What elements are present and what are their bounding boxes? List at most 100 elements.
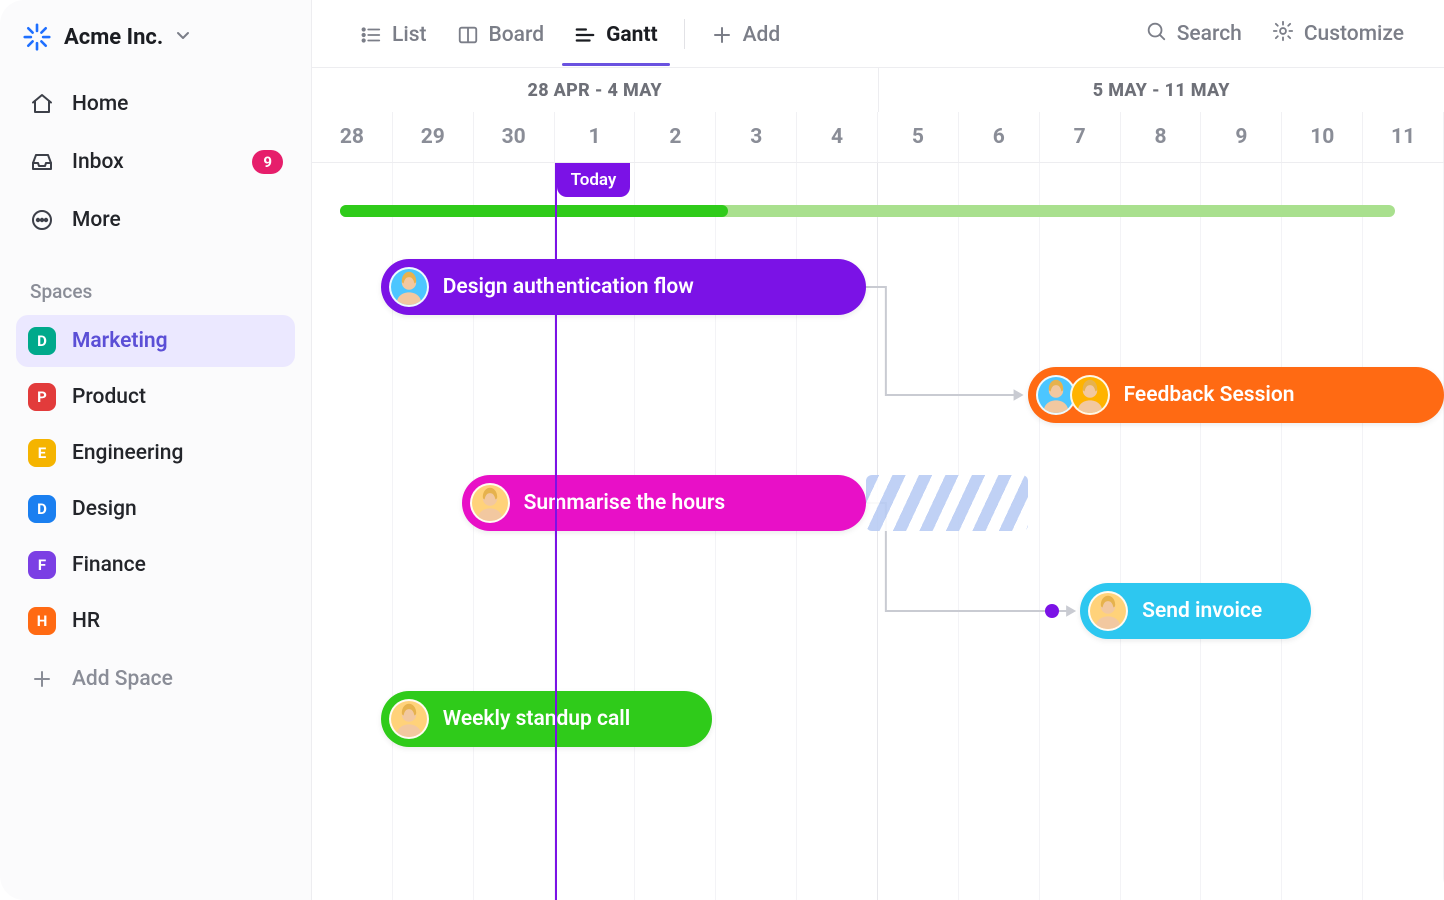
day-header[interactable]: 10	[1282, 112, 1363, 162]
space-label: Product	[72, 385, 146, 409]
avatar	[389, 699, 429, 739]
today-pill: Today	[557, 163, 631, 197]
dependency-arrow-icon	[1067, 607, 1074, 615]
day-header[interactable]: 8	[1121, 112, 1202, 162]
gear-icon	[1272, 20, 1294, 48]
task-bar[interactable]: Weekly standup call	[381, 691, 713, 747]
space-item-hr[interactable]: H HR	[16, 595, 295, 647]
task-bar[interactable]: Feedback Session	[1028, 367, 1444, 423]
workspace-logo-icon	[22, 22, 52, 52]
nav-home-label: Home	[72, 92, 128, 116]
day-header[interactable]: 4	[797, 112, 878, 162]
day-header[interactable]: 5	[878, 112, 959, 162]
milestone-dot[interactable]	[1045, 604, 1059, 618]
space-chip-icon: H	[28, 607, 56, 635]
plus-icon	[28, 665, 56, 693]
day-header[interactable]: 7	[1040, 112, 1121, 162]
search-icon	[1145, 20, 1167, 48]
tab-gantt[interactable]: Gantt	[560, 3, 672, 65]
tab-board-label: Board	[489, 23, 545, 47]
avatar	[1088, 591, 1128, 631]
task-bar[interactable]: Summarise the hours	[462, 475, 866, 531]
inbox-icon	[28, 148, 56, 176]
week-label: 5 MAY - 11 MAY	[879, 68, 1444, 112]
tab-list[interactable]: List	[346, 3, 441, 65]
task-avatars	[470, 483, 510, 523]
day-header[interactable]: 2	[635, 112, 716, 162]
tab-board[interactable]: Board	[443, 3, 559, 65]
view-toolbar: List Board Gantt Add	[312, 0, 1444, 68]
space-label: HR	[72, 609, 100, 633]
space-label: Engineering	[72, 441, 183, 465]
day-header[interactable]: 3	[716, 112, 797, 162]
add-space-button[interactable]: Add Space	[16, 651, 295, 707]
plus-icon	[711, 24, 733, 46]
task-label: Send invoice	[1142, 599, 1262, 623]
gantt-icon	[574, 24, 596, 46]
home-icon	[28, 90, 56, 118]
sidebar: Acme Inc. Home Inbox 9	[0, 0, 312, 900]
weeks-row: 28 APR - 4 MAY5 MAY - 11 MAY	[312, 68, 1444, 112]
inbox-badge: 9	[252, 150, 283, 174]
day-header[interactable]: 6	[959, 112, 1040, 162]
days-row: 2829301234567891011	[312, 112, 1444, 162]
today-line	[555, 163, 557, 900]
space-chip-icon: P	[28, 383, 56, 411]
space-chip-icon: F	[28, 551, 56, 579]
spaces-section-title: Spaces	[0, 246, 311, 315]
task-label: Feedback Session	[1124, 383, 1295, 407]
chevron-down-icon	[175, 27, 191, 47]
space-chip-icon: D	[28, 327, 56, 355]
workspace-switcher[interactable]: Acme Inc.	[0, 14, 311, 70]
avatar	[389, 267, 429, 307]
task-label: Weekly standup call	[443, 707, 630, 731]
gantt-chart[interactable]: Today Design authentication flow Feedback …	[312, 163, 1444, 900]
day-header[interactable]: 11	[1363, 112, 1444, 162]
customize-button[interactable]: Customize	[1260, 10, 1416, 58]
task-extension	[866, 475, 1028, 531]
space-item-design[interactable]: D Design	[16, 483, 295, 535]
nav-home[interactable]: Home	[16, 78, 295, 130]
progress-fill	[340, 205, 728, 217]
nav-inbox[interactable]: Inbox 9	[16, 136, 295, 188]
nav-more[interactable]: More	[16, 194, 295, 246]
timeline-header: 28 APR - 4 MAY5 MAY - 11 MAY 28293012345…	[312, 68, 1444, 163]
day-header[interactable]: 29	[393, 112, 474, 162]
space-chip-icon: D	[28, 495, 56, 523]
toolbar-divider	[684, 19, 685, 49]
week-label: 28 APR - 4 MAY	[312, 68, 879, 112]
space-item-product[interactable]: P Product	[16, 371, 295, 423]
tab-list-label: List	[392, 23, 427, 47]
space-chip-icon: E	[28, 439, 56, 467]
task-bar[interactable]: Design authentication flow	[381, 259, 866, 315]
dependency-arrow-icon	[1015, 391, 1022, 399]
space-label: Design	[72, 497, 137, 521]
space-item-engineering[interactable]: E Engineering	[16, 427, 295, 479]
space-item-marketing[interactable]: DMarketing	[16, 315, 295, 367]
day-header[interactable]: 9	[1201, 112, 1282, 162]
day-header[interactable]: 30	[474, 112, 555, 162]
add-space-label: Add Space	[72, 667, 173, 691]
dependency-line	[866, 287, 1022, 395]
search-label: Search	[1177, 22, 1242, 46]
nav-inbox-label: Inbox	[72, 150, 124, 174]
search-button[interactable]: Search	[1133, 10, 1254, 58]
task-label: Design authentication flow	[443, 275, 694, 299]
day-header[interactable]: 1	[555, 112, 636, 162]
nav-more-label: More	[72, 208, 121, 232]
space-item-finance[interactable]: F Finance	[16, 539, 295, 591]
space-label: Finance	[72, 553, 146, 577]
task-avatars	[1036, 375, 1110, 415]
workspace-name: Acme Inc.	[64, 25, 163, 50]
task-bar[interactable]: Send invoice	[1080, 583, 1310, 639]
list-icon	[360, 24, 382, 46]
main: List Board Gantt Add	[312, 0, 1444, 900]
tab-gantt-label: Gantt	[606, 23, 658, 47]
board-icon	[457, 24, 479, 46]
tab-add-view[interactable]: Add	[697, 3, 795, 65]
spaces-list: DMarketing P Product E Engineering D Design F Fi…	[0, 315, 311, 647]
avatar	[1070, 375, 1110, 415]
tab-add-label: Add	[743, 23, 781, 47]
day-header[interactable]: 28	[312, 112, 393, 162]
customize-label: Customize	[1304, 22, 1404, 46]
